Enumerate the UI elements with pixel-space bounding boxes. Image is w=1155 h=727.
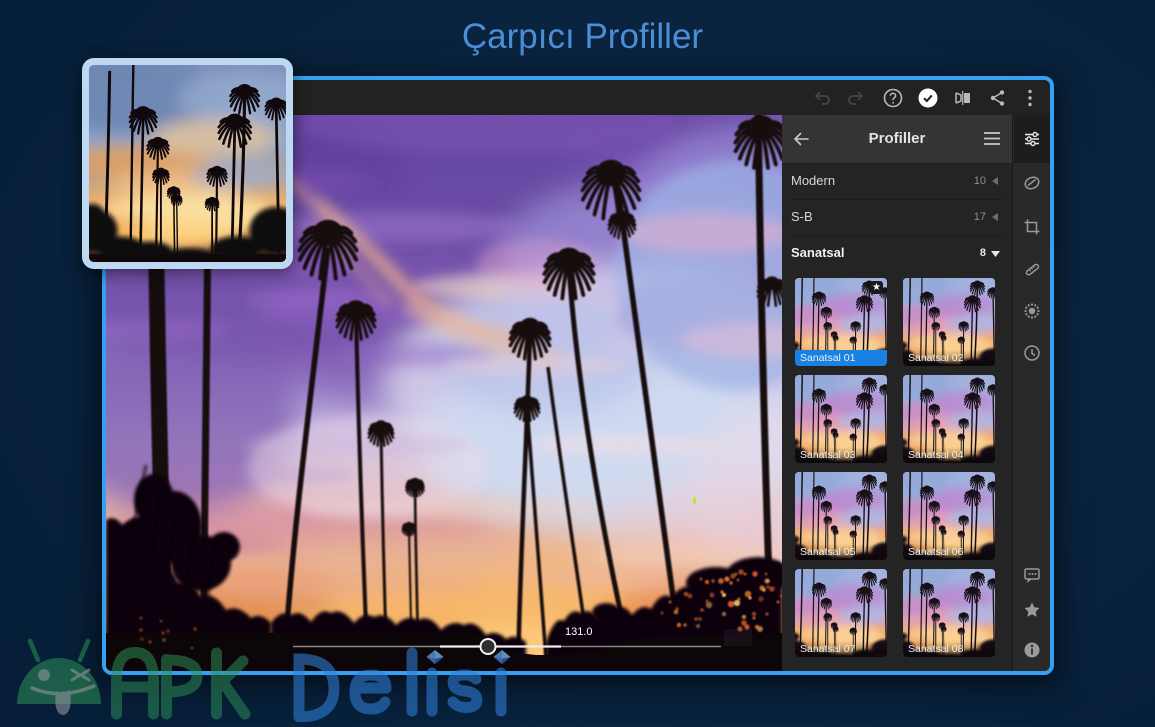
- svg-text:131.0: 131.0: [565, 626, 593, 638]
